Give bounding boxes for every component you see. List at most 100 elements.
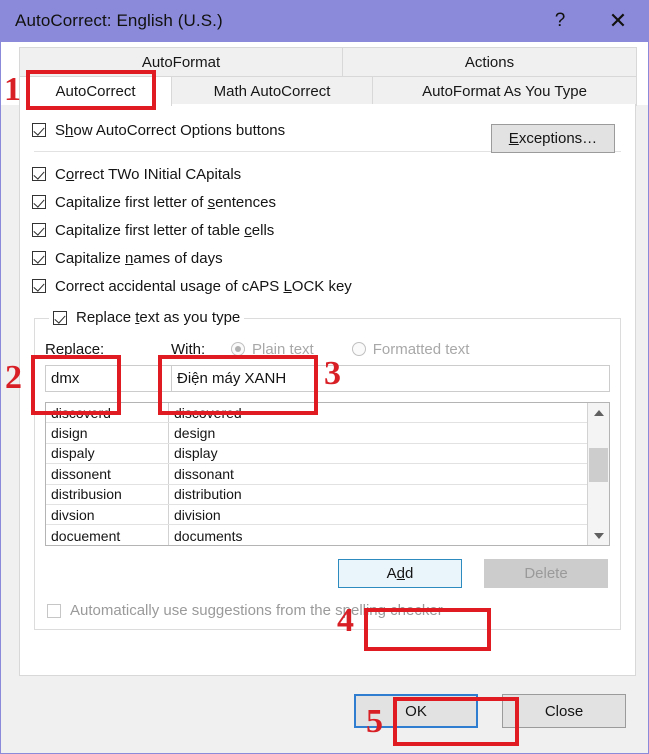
- tab-row-bottom: AutoCorrect Math AutoCorrect AutoFormat …: [1, 76, 648, 106]
- scrollbar-thumb[interactable]: [589, 448, 608, 482]
- window-title: AutoCorrect: English (U.S.): [15, 11, 223, 30]
- cell-to: discovered: [174, 404, 242, 421]
- lbl-accel: R: [45, 340, 56, 358]
- lbl-post: entences: [215, 193, 276, 211]
- table-row[interactable]: dissonent dissonant: [46, 464, 587, 485]
- close-icon[interactable]: ✕: [588, 0, 648, 42]
- add-button[interactable]: Add: [338, 559, 462, 588]
- footer-buttons: OK Close: [354, 694, 626, 728]
- option-capitalize-table-cells-label: Capitalize first letter of table cells: [55, 222, 274, 239]
- lbl-post: rrect TWo INitial CApitals: [74, 165, 242, 183]
- option-capitalize-sentences-label: Capitalize first letter of sentences: [55, 194, 276, 211]
- tab-actions[interactable]: Actions: [342, 47, 637, 77]
- lbl-post: OCK key: [291, 277, 352, 295]
- option-caps-lock-label: Correct accidental usage of cAPS LOCK ke…: [55, 278, 352, 295]
- annotation-number-5: 5: [366, 703, 383, 740]
- cell-from: distribusion: [46, 484, 169, 504]
- tab-autoformat[interactable]: AutoFormat: [19, 47, 343, 77]
- lbl-pre: Capitalize first letter of table: [55, 221, 245, 239]
- checkbox-capitalize-table-cells[interactable]: [32, 223, 46, 237]
- autocorrect-entries-list[interactable]: discoverd discovered disign design dispa…: [45, 402, 610, 546]
- exceptions-button[interactable]: Exceptions…: [491, 124, 615, 153]
- checkbox-replace-text-as-you-type[interactable]: [53, 310, 67, 325]
- cell-from: dissonent: [46, 464, 169, 484]
- option-capitalize-days-label: Capitalize names of days: [55, 250, 223, 267]
- tab-autocorrect[interactable]: AutoCorrect: [19, 76, 172, 106]
- cell-to: documents: [174, 527, 243, 544]
- radio-plain-text-label: Plain text: [252, 340, 314, 358]
- close-button[interactable]: Close: [502, 694, 626, 728]
- checkbox-capitalize-days[interactable]: [32, 251, 46, 265]
- tab-math-autocorrect[interactable]: Math AutoCorrect: [171, 76, 373, 106]
- tab-row-top: AutoFormat Actions: [1, 47, 648, 77]
- cell-to: display: [174, 445, 218, 462]
- list-rows: discoverd discovered disign design dispa…: [46, 403, 587, 545]
- annotation-number-2: 2: [5, 359, 22, 396]
- lbl-accel: L: [283, 277, 292, 295]
- table-row[interactable]: discoverd discovered: [46, 403, 587, 424]
- lbl-post: ells: [251, 221, 275, 239]
- option-capitalize-days[interactable]: Capitalize names of days: [32, 244, 623, 272]
- lbl-post: ow AutoCorrect Options buttons: [73, 121, 286, 139]
- checkbox-caps-lock[interactable]: [32, 279, 46, 293]
- with-label: With:: [171, 341, 231, 358]
- lbl-pre: C: [55, 165, 66, 183]
- option-capitalize-table-cells[interactable]: Capitalize first letter of table cells: [32, 216, 623, 244]
- lbl-accel: c: [244, 221, 252, 239]
- option-capitalize-sentences[interactable]: Capitalize first letter of sentences: [32, 188, 623, 216]
- lbl-pre: S: [55, 121, 66, 139]
- help-icon[interactable]: ?: [532, 0, 588, 42]
- option-caps-lock[interactable]: Correct accidental usage of cAPS LOCK ke…: [32, 272, 623, 300]
- radio-plain-text[interactable]: Plain text: [231, 341, 314, 358]
- scroll-down-arrow-icon[interactable]: [588, 526, 609, 545]
- exceptions-label: xceptions…: [518, 130, 598, 147]
- lbl-post: ext as you type: [139, 309, 241, 326]
- titlebar-buttons: ? ✕: [532, 0, 648, 42]
- scroll-up-arrow-icon[interactable]: [588, 403, 609, 422]
- annotation-number-1: 1: [4, 71, 21, 108]
- lbl-post: ith:: [185, 340, 206, 358]
- checkbox-capitalize-sentences[interactable]: [32, 195, 46, 209]
- radio-formatted-text-label: Formatted text: [372, 340, 470, 358]
- dialog-footer: OK Close: [1, 676, 648, 752]
- replace-input[interactable]: dmx: [45, 365, 171, 392]
- with-input[interactable]: Điện máy XANH: [171, 365, 610, 392]
- add-delete-row: Add Delete: [45, 559, 610, 588]
- checkbox-auto-suggest: [47, 603, 61, 618]
- radio-formatted-text[interactable]: Formatted text: [351, 340, 470, 358]
- radio-formatted-text-indicator[interactable]: [351, 342, 366, 356]
- option-auto-suggest-label: Automatically use suggestions from the s…: [70, 602, 443, 619]
- cell-from: disign: [46, 423, 169, 443]
- lbl-accel: o: [65, 165, 75, 183]
- checkbox-show-buttons[interactable]: [32, 123, 46, 137]
- lbl-pre: Replace: [76, 309, 136, 326]
- cell-to: division: [174, 506, 221, 523]
- tab-autoformat-as-you-type[interactable]: AutoFormat As You Type: [372, 76, 637, 106]
- lbl-accel: d: [396, 565, 405, 582]
- lbl-post: ames of days: [133, 249, 223, 267]
- delete-button: Delete: [484, 559, 608, 588]
- option-two-initial-capitals[interactable]: Correct TWo INitial CApitals: [32, 160, 623, 188]
- cell-to: design: [174, 425, 216, 442]
- tab-strip: AutoFormat Actions AutoCorrect Math Auto…: [1, 42, 648, 106]
- lbl-accel: s: [207, 193, 216, 211]
- option-auto-suggest: Automatically use suggestions from the s…: [45, 602, 610, 619]
- table-row[interactable]: docuement documents: [46, 525, 587, 545]
- option-show-buttons-label: Show AutoCorrect Options buttons: [55, 122, 285, 139]
- cell-from: discoverd: [46, 403, 169, 423]
- table-row[interactable]: disign design: [46, 423, 587, 444]
- radio-plain-text-indicator[interactable]: [231, 342, 245, 356]
- replace-label: Replace:: [45, 341, 171, 358]
- checkbox-two-initial-capitals[interactable]: [32, 167, 46, 181]
- table-row[interactable]: distribusion distribution: [46, 484, 587, 505]
- cell-to: distribution: [174, 486, 242, 503]
- title-bar: AutoCorrect: English (U.S.) ? ✕: [1, 0, 648, 42]
- lbl-pre: Capitalize first letter of: [55, 193, 208, 211]
- exceptions-accel: E: [508, 130, 519, 147]
- annotation-number-4: 4: [337, 602, 354, 639]
- list-vertical-scrollbar[interactable]: [587, 403, 609, 545]
- table-row[interactable]: divsion division: [46, 504, 587, 526]
- table-row[interactable]: dispaly display: [46, 443, 587, 465]
- replace-group-legend[interactable]: Replace text as you type: [49, 309, 245, 326]
- lbl-post: d: [405, 565, 414, 582]
